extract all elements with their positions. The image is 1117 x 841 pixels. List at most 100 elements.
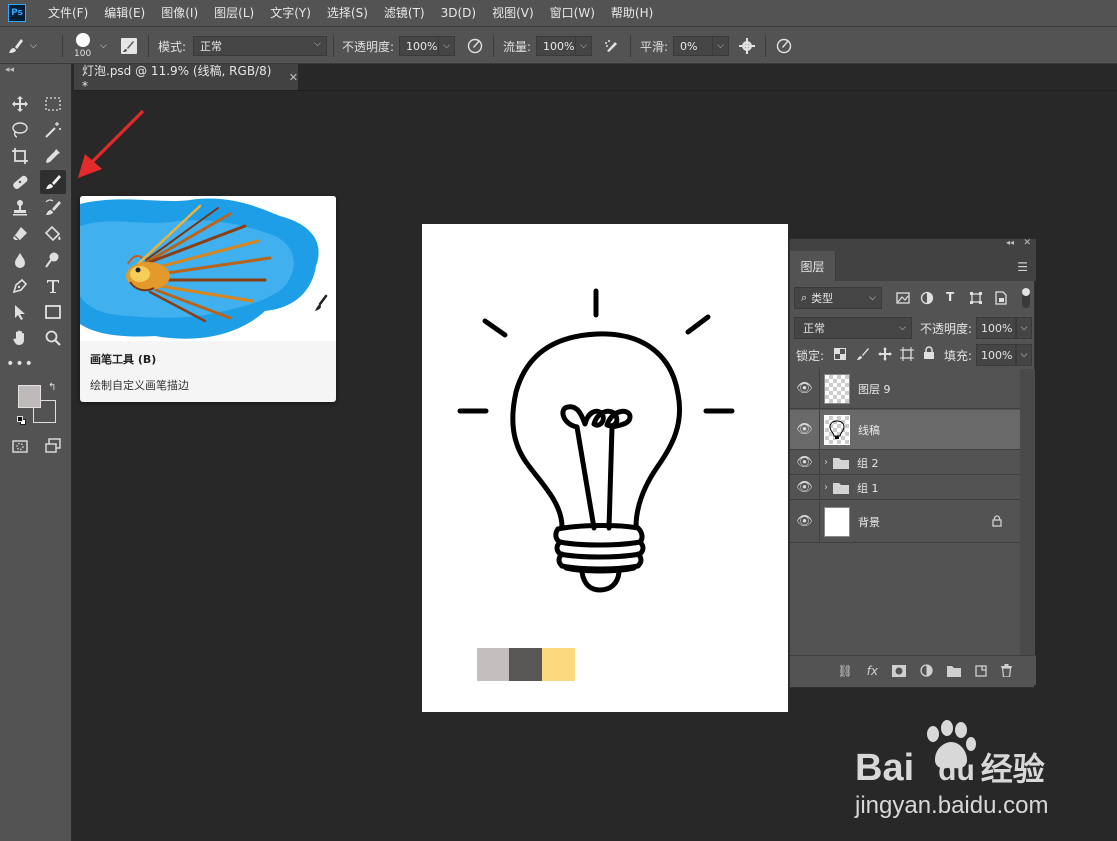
lock-all-icon[interactable] [923,346,935,360]
group-row[interactable]: 👁 › 组 2 [790,451,1020,475]
swap-colors-icon[interactable]: ↰ [48,382,56,393]
menu-3d[interactable]: 3D(D) [433,0,484,26]
eyedropper-tool[interactable] [40,144,66,168]
marquee-tool[interactable] [40,92,66,116]
history-brush-tool[interactable] [40,196,66,220]
pen-tool[interactable] [7,274,33,298]
pressure-size-button[interactable] [775,27,793,65]
brush-preset-chevron[interactable]: ⌵ [100,27,107,65]
divider [333,35,334,57]
layer-opacity-input[interactable]: 100% [976,317,1016,339]
layer-row[interactable]: 👁 图层 9 [790,369,1020,409]
menu-select[interactable]: 选择(S) [319,0,376,26]
edit-toolbar-button[interactable]: ••• [6,352,33,376]
crop-tool[interactable] [7,144,33,168]
chevron-right-icon[interactable]: › [824,482,828,493]
menu-window[interactable]: 窗口(W) [542,0,603,26]
group-row[interactable]: 👁 › 组 1 [790,476,1020,500]
close-icon[interactable]: ✕ [289,71,298,84]
lock-artboard-icon[interactable] [900,347,914,361]
new-layer-icon[interactable] [975,664,987,677]
collapse-icon[interactable]: ◂◂ [1006,238,1014,247]
layer-row-selected[interactable]: 👁 线稿 [790,410,1020,450]
mode-select[interactable]: 正常 ⌵ [193,36,327,56]
menu-help[interactable]: 帮助(H) [603,0,661,26]
path-selection-tool[interactable] [7,300,33,324]
smoothing-slider-toggle[interactable]: ⌵ [713,36,729,56]
add-mask-icon[interactable] [892,664,906,677]
menu-filter[interactable]: 滤镜(T) [376,0,433,26]
smoothing-options-button[interactable] [738,27,756,65]
visibility-toggle[interactable]: 👁 [790,451,820,474]
layer-row[interactable]: 👁 背景 [790,501,1020,543]
flow-input[interactable]: 100% [536,36,576,56]
layers-scrollbar[interactable] [1020,369,1035,655]
shape-layer-filter-icon[interactable] [969,291,983,305]
menu-view[interactable]: 视图(V) [484,0,542,26]
clone-stamp-tool[interactable] [7,196,33,220]
menu-file[interactable]: 文件(F) [40,0,96,26]
new-group-icon[interactable] [947,665,961,677]
document-canvas[interactable] [422,224,788,712]
collapse-icon[interactable]: ◂◂ [5,65,14,75]
visibility-toggle[interactable]: 👁 [790,410,820,449]
healing-brush-tool[interactable] [7,170,33,194]
smart-object-filter-icon[interactable] [994,291,1008,305]
adjustment-layer-icon[interactable] [920,664,933,677]
lock-pixels-icon[interactable] [856,347,870,361]
link-layers-icon[interactable]: ⛓ [837,664,852,678]
brush-preset-picker[interactable]: 100 [74,27,91,65]
trash-icon[interactable] [1001,664,1012,677]
lock-transparency-icon[interactable] [834,348,846,360]
type-tool[interactable] [40,274,66,298]
visibility-toggle[interactable]: 👁 [790,501,820,542]
dodge-tool[interactable] [40,248,66,272]
document-tab[interactable]: 灯泡.psd @ 11.9% (线稿, RGB/8) * ✕ [74,64,298,93]
fill-input[interactable]: 100% [976,344,1016,366]
magic-wand-tool[interactable] [40,118,66,142]
lock-position-icon[interactable] [878,347,892,361]
tool-preset-picker[interactable]: ⌵ [6,27,37,65]
opacity-slider-toggle[interactable]: ⌵ [439,36,455,56]
rectangle-tool[interactable] [40,300,66,324]
menu-edit[interactable]: 编辑(E) [96,0,153,26]
close-icon[interactable]: ✕ [1023,238,1031,248]
foreground-color-swatch[interactable] [18,385,41,408]
default-colors-icon[interactable] [17,416,26,425]
move-tool[interactable] [7,92,33,116]
fx-icon[interactable]: fx [867,664,878,678]
layer-filter-select[interactable]: ⌕ 类型 ⌵ [794,287,882,309]
hand-tool[interactable] [7,326,33,350]
layer-opacity-slider-toggle[interactable]: ⌵ [1016,317,1032,339]
menu-image[interactable]: 图像(I) [153,0,206,26]
paint-bucket-tool[interactable] [40,222,66,246]
blend-mode-select[interactable]: 正常 ⌵ [794,317,912,339]
screen-mode-button[interactable] [40,434,66,458]
eraser-tool[interactable] [7,222,33,246]
lasso-tool[interactable] [7,118,33,142]
brush-settings-toggle[interactable] [120,27,138,65]
zoom-tool[interactable] [40,326,66,350]
filter-toggle-switch[interactable] [1022,288,1030,308]
blur-tool[interactable] [7,248,33,272]
chevron-right-icon[interactable]: › [824,457,828,468]
tab-layers[interactable]: 图层 [790,251,836,281]
flow-slider-toggle[interactable]: ⌵ [576,36,592,56]
panel-menu-icon[interactable]: ☰ [1017,260,1028,274]
pressure-opacity-button[interactable] [466,27,484,65]
menu-layer[interactable]: 图层(L) [206,0,262,26]
visibility-toggle[interactable]: 👁 [790,369,820,408]
adjustment-layer-filter-icon[interactable] [920,291,934,305]
quick-mask-button[interactable] [7,434,33,458]
brush-tool[interactable] [40,170,66,194]
fill-slider-toggle[interactable]: ⌵ [1016,344,1032,366]
pixel-layer-filter-icon[interactable] [896,291,910,305]
lock-label: 锁定: [796,349,825,363]
type-layer-filter-icon[interactable]: T [946,290,954,304]
airbrush-button[interactable] [603,27,621,65]
smoothing-input[interactable]: 0% [673,36,713,56]
visibility-toggle[interactable]: 👁 [790,476,820,499]
menu-type[interactable]: 文字(Y) [262,0,319,26]
layer-name: 线稿 [858,423,880,437]
opacity-input[interactable]: 100% [399,36,439,56]
